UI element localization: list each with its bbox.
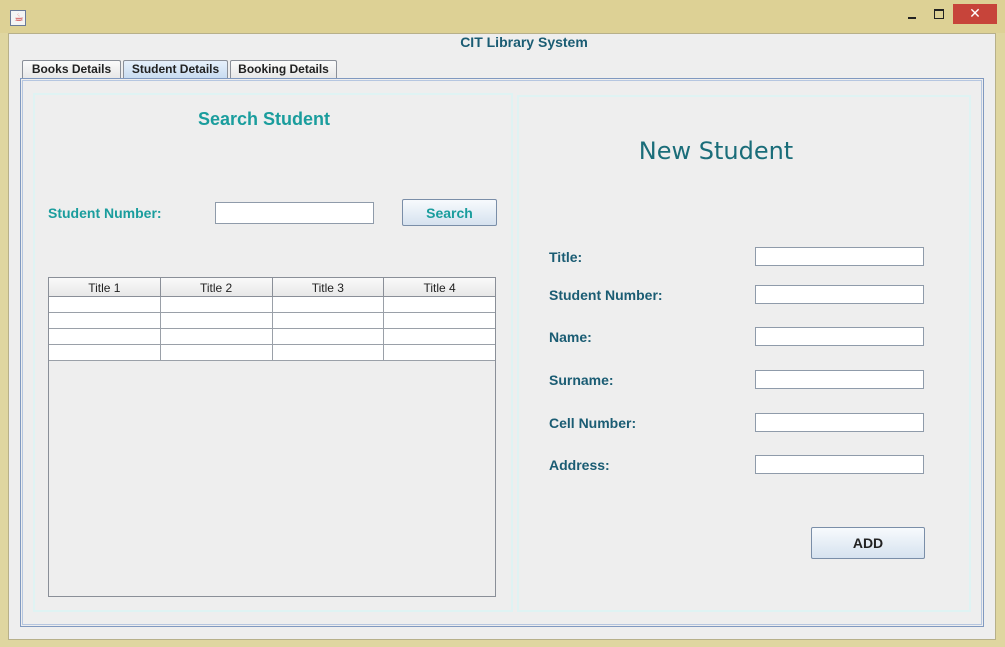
table-cell[interactable]	[160, 313, 273, 329]
table-row[interactable]	[49, 329, 495, 345]
address-label: Address:	[549, 457, 610, 473]
table-cell[interactable]	[49, 297, 161, 313]
tab-booking-details[interactable]: Booking Details	[230, 60, 337, 79]
student-results-table[interactable]: Title 1 Title 2 Title 3 Title 4	[48, 277, 496, 597]
student-number-label: Student Number:	[549, 287, 663, 303]
add-student-button[interactable]: ADD	[811, 527, 925, 559]
search-student-number-input[interactable]	[215, 202, 374, 224]
new-student-heading: New Student	[638, 137, 794, 165]
maximize-icon	[934, 9, 944, 19]
table-cell[interactable]	[49, 313, 161, 329]
title-label: Title:	[549, 249, 583, 265]
table-cell[interactable]	[160, 345, 273, 361]
table-cell[interactable]	[49, 345, 161, 361]
close-button[interactable]: ✕	[953, 4, 997, 24]
cell-number-input[interactable]	[755, 413, 924, 432]
table-cell[interactable]	[272, 345, 385, 361]
maximize-button[interactable]	[927, 4, 951, 24]
table-cell[interactable]	[160, 329, 273, 345]
table-row[interactable]	[49, 313, 495, 329]
search-button[interactable]: Search	[402, 199, 497, 226]
student-number-input[interactable]	[755, 285, 924, 304]
name-label: Name:	[549, 329, 592, 345]
table-cell[interactable]	[272, 329, 385, 345]
window-titlebar	[0, 0, 1005, 33]
close-icon: ✕	[969, 6, 981, 22]
name-input[interactable]	[755, 327, 924, 346]
table-cell[interactable]	[160, 297, 273, 313]
table-cell[interactable]	[49, 329, 161, 345]
table-cell[interactable]	[384, 329, 495, 345]
tab-books-details[interactable]: Books Details	[22, 60, 121, 79]
search-student-heading: Search Student	[197, 109, 331, 129]
table-row[interactable]	[49, 345, 495, 361]
table-cell[interactable]	[384, 297, 495, 313]
search-student-number-label: Student Number:	[48, 205, 162, 221]
java-cup-icon: ☕	[10, 10, 26, 26]
table-row[interactable]	[49, 297, 495, 313]
cell-number-label: Cell Number:	[549, 415, 637, 431]
table-cell[interactable]	[384, 313, 495, 329]
column-header[interactable]: Title 1	[49, 278, 161, 297]
minimize-icon	[908, 17, 916, 19]
address-input[interactable]	[755, 455, 924, 474]
app-title: CIT Library System	[460, 34, 588, 50]
column-header[interactable]: Title 2	[160, 278, 273, 297]
title-input[interactable]	[755, 247, 924, 266]
column-header[interactable]: Title 3	[272, 278, 385, 297]
surname-input[interactable]	[755, 370, 924, 389]
surname-label: Surname:	[549, 372, 614, 388]
tab-student-details[interactable]: Student Details	[123, 60, 228, 79]
minimize-button[interactable]	[900, 4, 924, 24]
table-cell[interactable]	[272, 313, 385, 329]
table-header: Title 1 Title 2 Title 3 Title 4	[49, 278, 495, 297]
table-cell[interactable]	[272, 297, 385, 313]
column-header[interactable]: Title 4	[384, 278, 495, 297]
table-cell[interactable]	[384, 345, 495, 361]
